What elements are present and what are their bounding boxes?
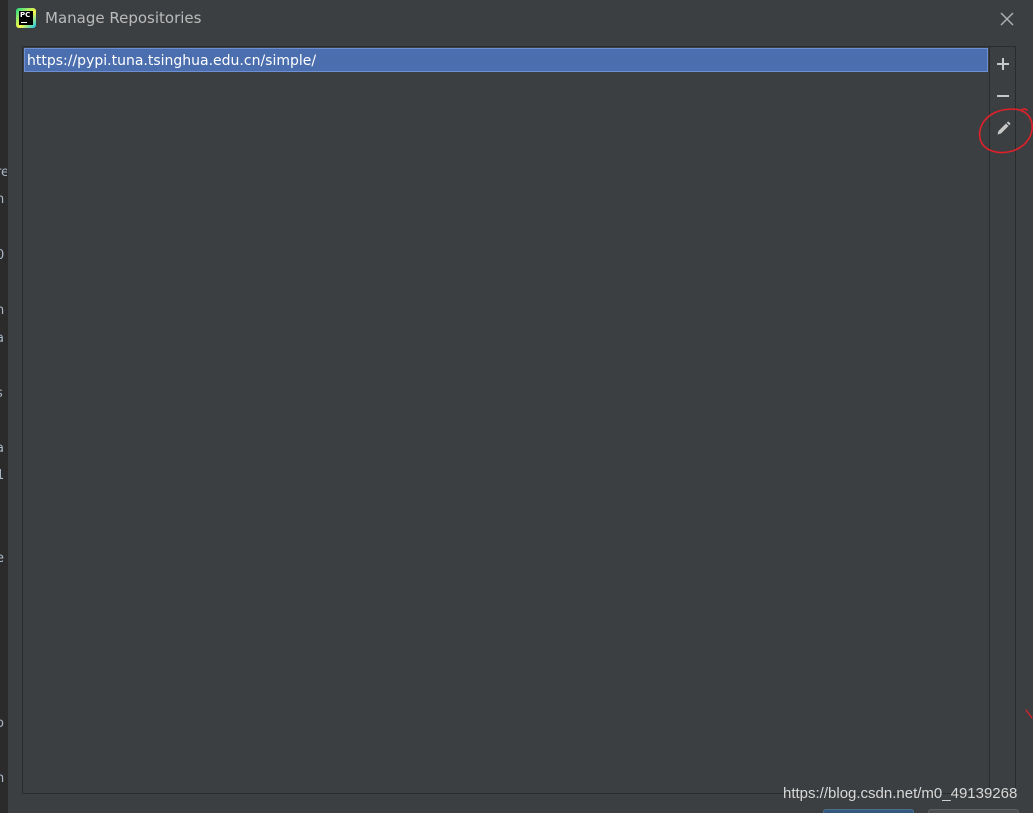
background-text-fragment: h [0, 192, 4, 207]
background-text-fragment: a [0, 441, 4, 456]
pencil-icon [997, 121, 1011, 135]
ok-button[interactable] [823, 809, 914, 813]
add-repository-button[interactable] [993, 54, 1013, 74]
repository-toolbar [990, 46, 1016, 794]
background-text-fragment: o [0, 716, 4, 731]
close-button[interactable] [994, 7, 1020, 31]
background-text-fragment: s [0, 386, 3, 401]
background-text-fragment: 0 [0, 248, 4, 263]
repository-list-item[interactable]: https://pypi.tuna.tsinghua.edu.cn/simple… [24, 48, 988, 72]
red-annotation-mark [1025, 709, 1033, 719]
watermark: https://blog.csdn.net/m0_49139268 [783, 785, 1018, 802]
minus-icon [997, 95, 1009, 97]
cancel-button[interactable] [928, 809, 1019, 813]
close-icon [1000, 12, 1014, 26]
plus-icon [997, 58, 1009, 70]
pycharm-app-icon: PC [16, 8, 36, 28]
background-text-fragment: 1 [0, 468, 4, 483]
dialog-title: Manage Repositories [45, 9, 202, 27]
background-text-fragment: n [0, 771, 4, 786]
manage-repositories-dialog: PC Manage Repositories https://pypi.tuna… [7, 0, 1033, 813]
edit-repository-button[interactable] [993, 119, 1013, 139]
repository-list[interactable]: https://pypi.tuna.tsinghua.edu.cn/simple… [22, 46, 990, 794]
remove-repository-button[interactable] [993, 86, 1013, 106]
repository-url: https://pypi.tuna.tsinghua.edu.cn/simple… [27, 53, 317, 69]
dialog-titlebar[interactable]: PC Manage Repositories [8, 0, 1033, 38]
background-text-fragment: n [0, 303, 4, 318]
background-text-fragment: a [0, 331, 4, 346]
app-icon-text: PC [20, 11, 31, 19]
screen: re h 0 n a s a 1 e o n PC Manage Reposit… [0, 0, 1033, 813]
background-text-fragment: e [0, 551, 4, 566]
